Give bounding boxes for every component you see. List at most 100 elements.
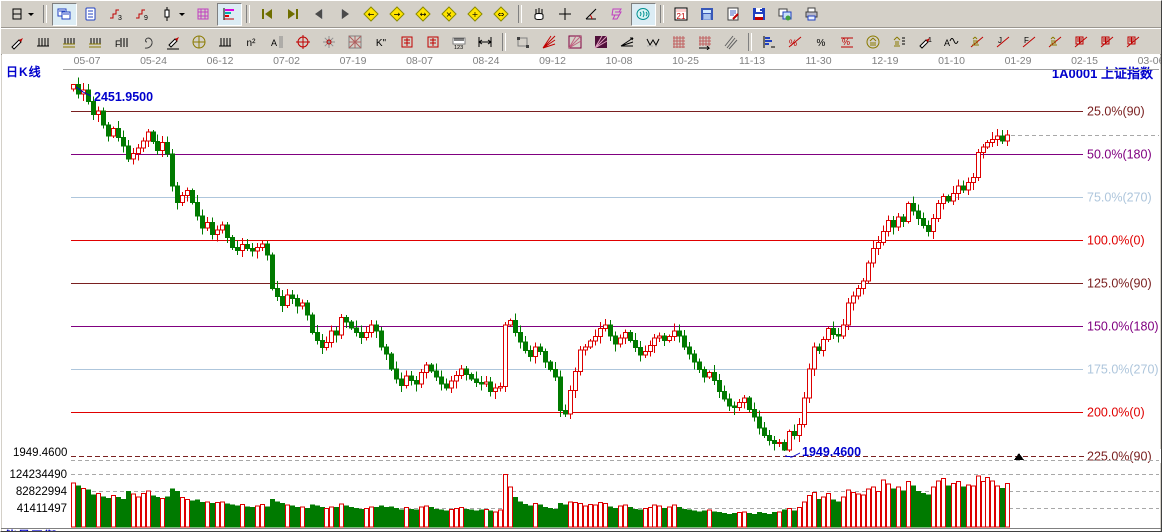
- crosshair-icon[interactable]: [553, 3, 578, 26]
- measure-pen-icon[interactable]: [161, 30, 186, 53]
- volume-bar: [718, 513, 722, 527]
- candle-style-button[interactable]: [156, 3, 190, 26]
- volume-bar: [703, 511, 707, 527]
- candle-body: [743, 398, 747, 402]
- expand-all-icon[interactable]: ×: [437, 3, 462, 26]
- candle-body: [420, 372, 424, 384]
- scroll-left-icon[interactable]: ←: [359, 3, 384, 26]
- n-squared-icon[interactable]: n²: [239, 30, 264, 53]
- brush-tool-icon[interactable]: [5, 30, 30, 53]
- ying-angle-icon[interactable]: [1095, 30, 1120, 53]
- zigzag-icon[interactable]: [641, 30, 666, 53]
- next-page-icon[interactable]: [333, 3, 358, 26]
- shen-angle-icon[interactable]: [1069, 30, 1094, 53]
- candle-body: [147, 132, 151, 141]
- j-angle-icon[interactable]: J: [991, 30, 1016, 53]
- volume-bar: [430, 508, 434, 527]
- tile-windows-icon[interactable]: [52, 3, 77, 26]
- gold-red-icon[interactable]: [965, 30, 990, 53]
- fibonacci-lines-icon[interactable]: F: [109, 30, 134, 53]
- si-angle-icon[interactable]: [1121, 30, 1146, 53]
- chart-9-icon[interactable]: 9: [130, 3, 155, 26]
- candle-body: [733, 406, 737, 407]
- time-circle-icon[interactable]: [187, 30, 212, 53]
- svg-text:1: 1: [928, 37, 932, 44]
- volume-bar: [937, 481, 941, 527]
- volume-bar: [579, 503, 583, 527]
- volume-bar: [301, 507, 305, 527]
- candle-body: [400, 379, 404, 386]
- ying-tool-icon[interactable]: [421, 30, 446, 53]
- cycle-cross-icon[interactable]: [291, 30, 316, 53]
- scroll-right-icon[interactable]: →: [385, 3, 410, 26]
- zoom-horizontal-icon[interactable]: ↔: [411, 3, 436, 26]
- f-angle-icon[interactable]: F: [1017, 30, 1042, 53]
- shen-tool-icon[interactable]: [395, 30, 420, 53]
- box-select-icon[interactable]: [511, 30, 536, 53]
- print-icon[interactable]: [799, 3, 824, 26]
- angle-measure-icon[interactable]: [579, 3, 604, 26]
- volume-bar: [614, 509, 618, 527]
- ray-lines-icon[interactable]: [615, 30, 640, 53]
- grid-lines-icon[interactable]: [31, 30, 56, 53]
- parallel-lines-icon[interactable]: [719, 30, 744, 53]
- chart-canvas[interactable]: 05-0705-2406-1207-0207-1908-0708-2409-12…: [1, 53, 1162, 532]
- notepad-icon[interactable]: [721, 3, 746, 26]
- spiral-icon[interactable]: [135, 30, 160, 53]
- calendar-icon[interactable]: 21: [669, 3, 694, 26]
- compress-view-icon[interactable]: ⇔: [489, 3, 514, 26]
- smart-analysis-icon[interactable]: [631, 3, 656, 26]
- gold-section2-icon[interactable]: [83, 30, 108, 53]
- candle-body: [832, 329, 836, 335]
- volume-bar: [524, 504, 528, 527]
- svg-text:K": K": [376, 38, 387, 49]
- k-mark-icon[interactable]: K": [369, 30, 394, 53]
- volume-bar: [658, 506, 662, 527]
- first-page-icon[interactable]: [255, 3, 280, 26]
- fan-box-icon[interactable]: [563, 30, 588, 53]
- channel-line-icon[interactable]: A: [265, 30, 290, 53]
- period-selector-button[interactable]: [5, 3, 39, 26]
- svg-text:J: J: [998, 36, 1002, 45]
- calculator-icon[interactable]: [695, 3, 720, 26]
- ruler-123-icon[interactable]: 123: [447, 30, 472, 53]
- bar-compare-icon[interactable]: [757, 30, 782, 53]
- gold-angle-icon[interactable]: [1043, 30, 1068, 53]
- fan-box2-icon[interactable]: [589, 30, 614, 53]
- screen-copy-icon[interactable]: [773, 3, 798, 26]
- volume-bar: [122, 499, 126, 527]
- gold-section-icon[interactable]: [57, 30, 82, 53]
- percent-line-icon[interactable]: %: [835, 30, 860, 53]
- candle-body: [957, 186, 961, 193]
- price-grid-icon[interactable]: [667, 30, 692, 53]
- time-hatch-icon[interactable]: [213, 30, 238, 53]
- volume-bar: [181, 498, 185, 527]
- width-measure-icon[interactable]: [473, 30, 498, 53]
- drag-hand-icon[interactable]: [527, 3, 552, 26]
- chart-3-icon[interactable]: 3: [104, 3, 129, 26]
- volume-bar: [316, 506, 320, 527]
- last-page-icon[interactable]: [281, 3, 306, 26]
- candle-body: [604, 325, 608, 329]
- gann-box-icon[interactable]: [343, 30, 368, 53]
- info-report-icon[interactable]: [78, 3, 103, 26]
- volume-bar: [221, 502, 225, 527]
- gold-lines-icon[interactable]: [887, 30, 912, 53]
- percent-strike-icon[interactable]: %: [783, 30, 808, 53]
- save-icon[interactable]: [747, 3, 772, 26]
- main-toolbar: 39 ←→↔×+⇔ 21: [1, 1, 1161, 28]
- pen-one-icon[interactable]: 1: [913, 30, 938, 53]
- gold-circle-icon[interactable]: [861, 30, 886, 53]
- pan-view-icon[interactable]: +: [463, 3, 488, 26]
- starburst-icon[interactable]: [317, 30, 342, 53]
- percent-line-label: 175.0%(270): [1087, 363, 1159, 377]
- gann-fan-icon[interactable]: [537, 30, 562, 53]
- magic-tool-icon[interactable]: [605, 3, 630, 26]
- grid-arrow-icon[interactable]: [693, 30, 718, 53]
- dynamic-quote-icon[interactable]: [191, 3, 216, 26]
- volume-bar: [370, 507, 374, 527]
- percent-icon[interactable]: %: [809, 30, 834, 53]
- volume-profile-icon[interactable]: [217, 3, 242, 26]
- prev-page-icon[interactable]: [307, 3, 332, 26]
- wave-channel-icon[interactable]: A: [939, 30, 964, 53]
